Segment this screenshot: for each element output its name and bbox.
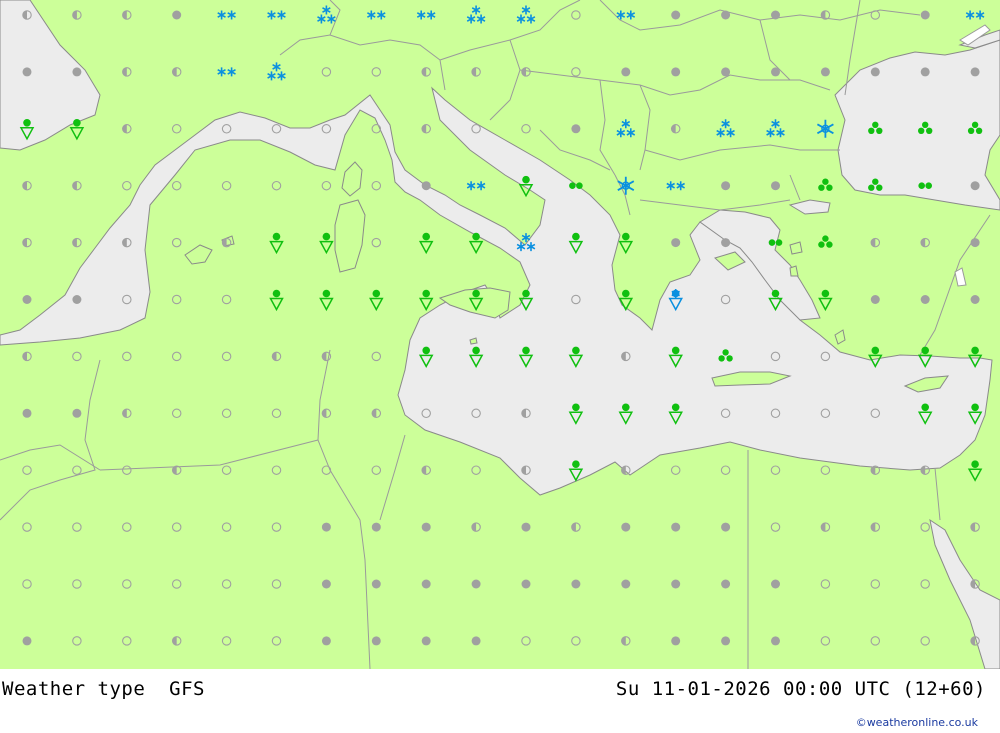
- symbol-dry-full: [721, 579, 731, 589]
- symbol-dry-full: [771, 579, 780, 589]
- symbol-dry-full: [421, 579, 431, 589]
- symbol-dry-full: [521, 579, 531, 589]
- symbol-dry-full: [721, 522, 731, 532]
- forecast-timestamp: Su 11-01-2026 00:00 UTC (12+60): [615, 678, 986, 700]
- credit-link[interactable]: ©weatheronline.co.uk: [856, 716, 978, 729]
- symbol-dry-full: [721, 10, 731, 20]
- symbol-dry-full: [671, 636, 681, 646]
- symbol-dry-full: [920, 295, 930, 304]
- symbol-dry-full: [771, 636, 780, 646]
- symbol-dry-full: [671, 238, 681, 248]
- symbol-dry-full: [22, 67, 32, 77]
- map-canvas: [0, 0, 1000, 669]
- symbol-dry-full: [321, 636, 331, 646]
- symbol-dry-full: [22, 295, 32, 304]
- symbol-dry-full: [521, 522, 531, 532]
- symbol-dry-full: [771, 10, 780, 20]
- symbol-dry-full: [721, 636, 731, 646]
- symbol-dry-full: [371, 636, 381, 646]
- symbol-dry-full: [421, 522, 431, 532]
- symbol-dry-full: [721, 238, 731, 248]
- symbol-dry-full: [721, 181, 731, 191]
- chios: [789, 265, 799, 277]
- symbol-dry-full: [571, 124, 581, 134]
- symbol-dry-full: [371, 522, 381, 532]
- symbol-dry-full: [771, 181, 780, 191]
- symbol-dry-full: [621, 522, 631, 532]
- symbol-dry-full: [621, 579, 631, 589]
- symbol-dry-full: [970, 67, 980, 77]
- weather-map: [0, 0, 1000, 669]
- symbol-dry-full: [970, 238, 980, 248]
- symbol-dry-full: [22, 408, 32, 418]
- symbol-dry-full: [371, 579, 381, 589]
- symbol-dry-full: [920, 10, 930, 20]
- symbol-dry-full: [920, 67, 930, 77]
- symbol-dry-full: [671, 67, 681, 77]
- symbol-dry-full: [172, 10, 182, 20]
- symbol-dry-full: [671, 522, 681, 532]
- symbol-dry-full: [321, 522, 331, 532]
- symbol-dry-full: [671, 10, 681, 20]
- map-title: Weather type GFS: [2, 678, 205, 700]
- symbol-dry-full: [22, 636, 32, 646]
- symbol-dry-full: [321, 579, 331, 589]
- symbol-dry-full: [421, 181, 431, 191]
- symbol-dry-full: [72, 408, 82, 418]
- symbol-dry-full: [820, 67, 830, 77]
- symbol-dry-full: [471, 579, 481, 589]
- symbol-dry-full: [72, 295, 82, 304]
- symbol-dry-full: [471, 636, 481, 646]
- symbol-dry-full: [421, 636, 431, 646]
- symbol-dry-full: [72, 67, 82, 77]
- symbol-dry-full: [870, 295, 880, 304]
- symbol-dry-full: [721, 67, 731, 77]
- symbol-dry-full: [571, 579, 581, 589]
- symbol-dry-full: [870, 67, 880, 77]
- symbol-dry-full: [621, 67, 631, 77]
- symbol-dry-full: [771, 67, 780, 77]
- symbol-dry-full: [671, 579, 681, 589]
- symbol-dry-full: [970, 181, 980, 191]
- symbol-dry-full: [970, 295, 980, 304]
